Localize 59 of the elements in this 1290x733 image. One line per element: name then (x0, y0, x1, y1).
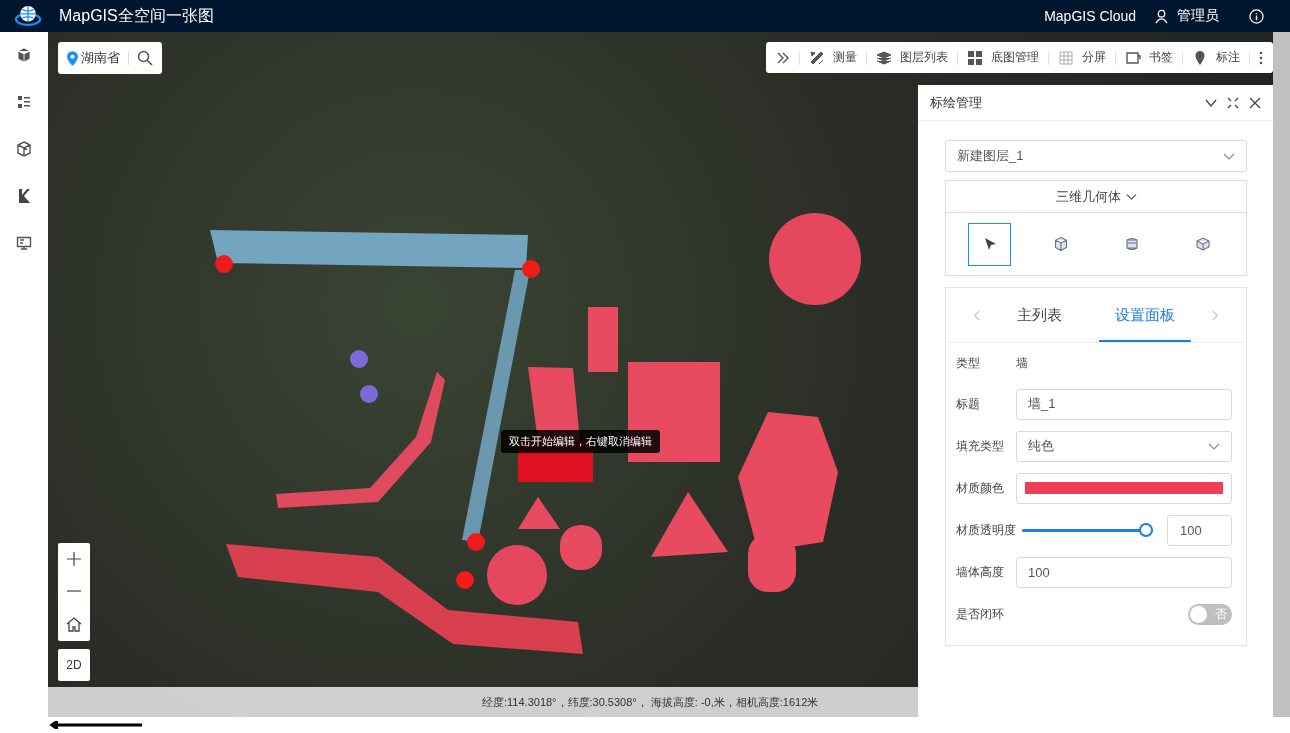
coordinates-text: 经度:114.3018°，纬度:30.5308°， 海拔高度: -0,米，相机高度:1612米 (482, 694, 819, 710)
cloud-link[interactable]: MapGIS Cloud (1044, 8, 1136, 24)
cube-icon (1052, 236, 1069, 252)
edit-hint-tooltip: 双击开始编辑，右键取消编辑 (501, 430, 660, 453)
cylinder-icon (1123, 236, 1140, 252)
more-icon[interactable] (1259, 50, 1263, 65)
field-label: 材质透明度 (956, 521, 1016, 539)
view-toggle-button[interactable]: 2D (58, 649, 90, 681)
opacity-input[interactable]: 100 (1167, 514, 1232, 546)
zoom-in-icon[interactable] (67, 552, 81, 566)
home-icon[interactable] (66, 616, 82, 632)
ruler-pencil-icon (809, 49, 825, 66)
user-icon (1154, 8, 1169, 24)
expand-chevrons-icon[interactable] (776, 50, 790, 65)
app-title: MapGIS全空间一张图 (59, 5, 214, 26)
opacity-slider[interactable] (1022, 523, 1153, 537)
sidebar-icon[interactable] (16, 141, 32, 157)
field-label: 材质颜色 (956, 479, 1005, 497)
search-icon[interactable] (137, 50, 153, 66)
info-icon[interactable] (1249, 8, 1264, 24)
field-label: 填充类型 (956, 437, 1005, 455)
geometry-tool-button[interactable] (968, 222, 1011, 266)
toolbar-button[interactable]: 图层列表 (876, 49, 948, 66)
panel-tab[interactable]: 设置面板 (1099, 288, 1192, 342)
layers-icon (876, 49, 892, 66)
color-picker[interactable] (1016, 472, 1232, 504)
location-selector[interactable]: 湖南省 (67, 49, 120, 67)
grid-icon (967, 49, 983, 66)
type-value: 墙 (1016, 354, 1028, 372)
box-icon (1194, 236, 1211, 252)
panel-title: 标绘管理 (930, 93, 982, 112)
panel-tab[interactable]: 主列表 (1000, 288, 1078, 342)
close-icon[interactable] (1249, 96, 1261, 109)
field-label: 标题 (956, 395, 981, 413)
field-label: 墙体高度 (956, 563, 1005, 581)
sidebar-icon[interactable] (16, 235, 32, 251)
category-dropdown[interactable]: 三维几何体 (1055, 187, 1137, 206)
toolbar-button[interactable]: 测量 (809, 49, 857, 66)
sidebar-icon[interactable] (16, 188, 32, 204)
layer-select[interactable]: 新建图层_1 (945, 140, 1247, 172)
fill-type-select[interactable]: 纯色 (1016, 430, 1232, 462)
field-label: 类型 (956, 354, 981, 372)
fullscreen-icon[interactable] (1227, 96, 1239, 109)
toolbar-button[interactable]: 书签 (1125, 49, 1173, 66)
sidebar-icon[interactable] (16, 94, 32, 110)
map-pin-icon (67, 50, 78, 66)
field-label: 是否闭环 (956, 605, 1005, 623)
slider-thumb[interactable] (1139, 523, 1153, 537)
chevron-down-icon (1125, 191, 1137, 202)
toolbar-button[interactable]: 分屏 (1058, 49, 1106, 66)
user-menu[interactable]: 管理员 (1154, 7, 1219, 25)
toolbar-button[interactable]: 标注 (1192, 49, 1240, 66)
input-field[interactable]: 墙_1 (1016, 388, 1232, 420)
input-field[interactable]: 100 (1016, 556, 1232, 588)
bookmark-icon (1125, 49, 1141, 66)
scrollbar[interactable] (1273, 32, 1290, 717)
toolbar-button[interactable]: 底图管理 (967, 49, 1039, 66)
scroll-left-arrow-icon[interactable] (48, 721, 144, 729)
split-screen-icon (1058, 49, 1074, 66)
